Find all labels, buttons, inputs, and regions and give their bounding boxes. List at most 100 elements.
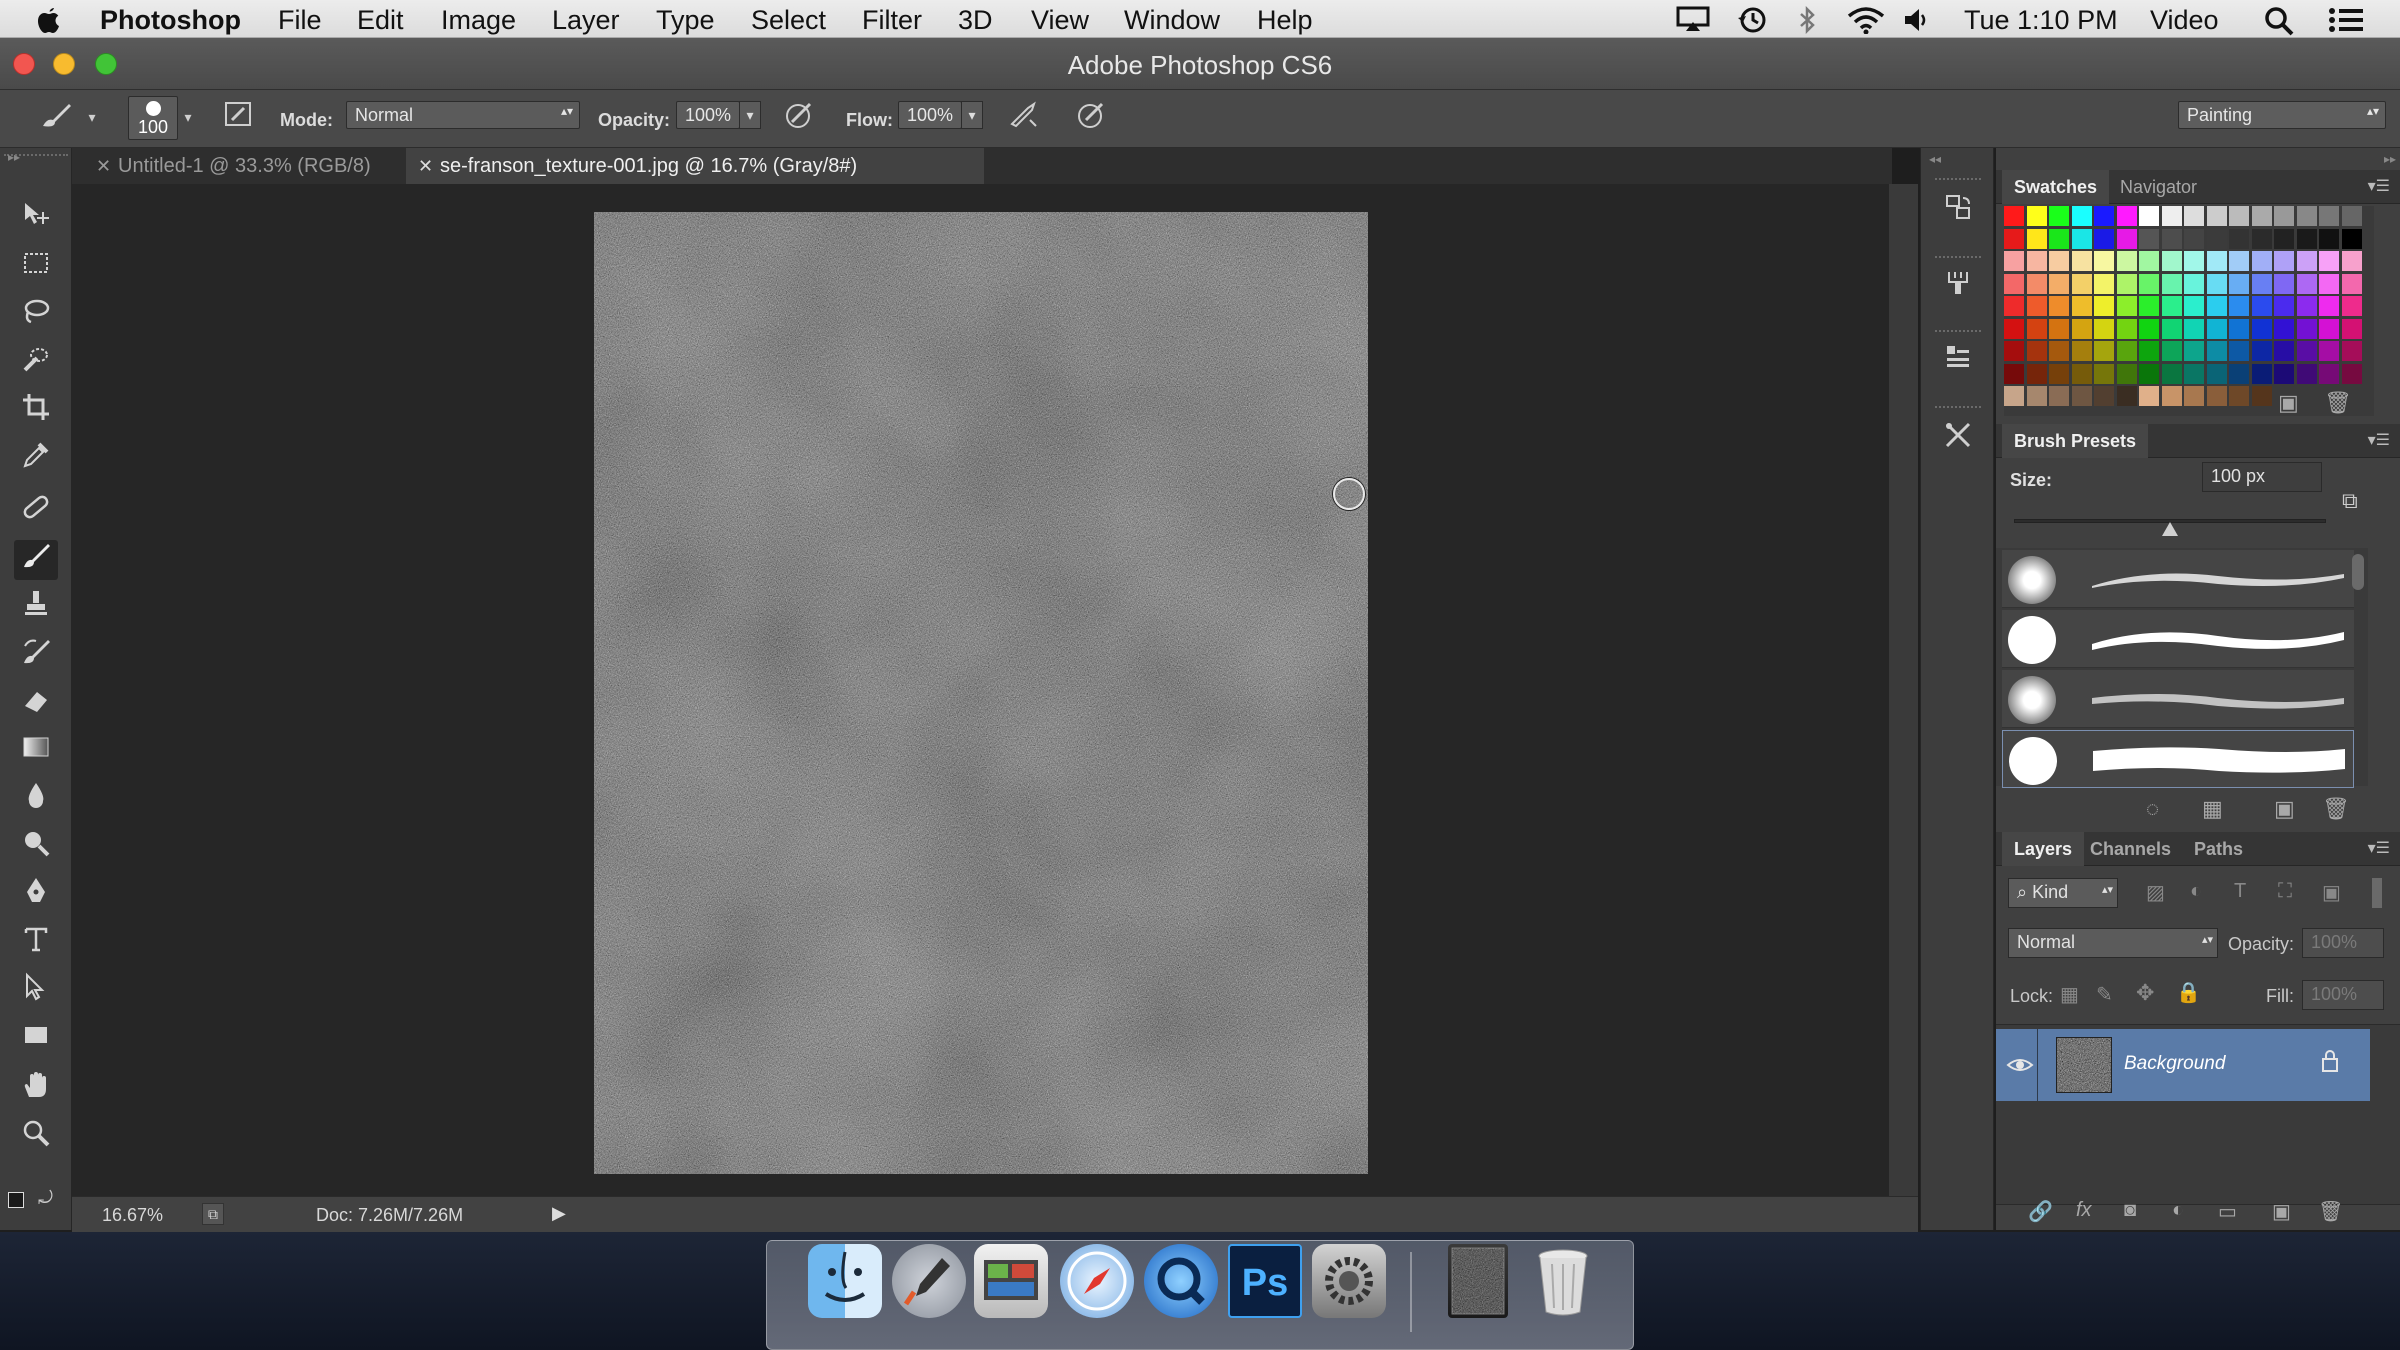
panel-grip[interactable]	[1935, 256, 1981, 258]
color-swatch[interactable]	[2341, 206, 2362, 226]
brush-preset-item[interactable]	[2002, 550, 2354, 608]
filter-type-layers-icon[interactable]: T	[2234, 880, 2246, 903]
color-swatch[interactable]	[2341, 228, 2362, 249]
healing-brush-tool-icon[interactable]	[14, 492, 58, 532]
move-tool-icon[interactable]	[14, 200, 58, 240]
brush-picker[interactable]: 100	[128, 96, 178, 140]
color-swatch[interactable]	[2319, 341, 2339, 361]
color-swatch[interactable]	[2161, 273, 2182, 294]
dodge-tool-icon[interactable]	[14, 828, 58, 868]
brush-panel-open-icon[interactable]: ▦	[2202, 796, 2223, 822]
hand-tool-icon[interactable]	[14, 1070, 58, 1110]
blend-mode-select[interactable]: Normal ▴▾	[346, 101, 580, 129]
color-swatch[interactable]	[2296, 296, 2317, 316]
color-swatch[interactable]	[2139, 363, 2159, 384]
color-swatch[interactable]	[2274, 273, 2294, 294]
color-swatch[interactable]	[2094, 363, 2114, 384]
trash-icon[interactable]	[1526, 1244, 1600, 1318]
toggle-brush-panel-icon[interactable]	[220, 100, 256, 134]
color-swatch[interactable]	[2229, 251, 2249, 271]
color-swatch[interactable]	[2139, 386, 2159, 406]
color-swatch[interactable]	[2116, 228, 2137, 249]
color-swatch[interactable]	[2206, 318, 2227, 339]
toggle-brush-panel-icon[interactable]: ⧉	[2342, 488, 2376, 518]
color-swatch[interactable]	[2071, 341, 2092, 361]
photoshop-icon[interactable]: Ps	[1228, 1244, 1302, 1318]
color-swatch[interactable]	[2251, 273, 2272, 294]
add-mask-icon[interactable]: ◙	[2124, 1199, 2136, 1222]
color-swatch[interactable]	[2049, 341, 2069, 361]
layer-filter-kind-select[interactable]: ⌕ Kind ▴▾	[2008, 878, 2118, 908]
color-swatch[interactable]	[2229, 363, 2249, 384]
color-swatch[interactable]	[2341, 273, 2362, 294]
menu-window[interactable]: Window	[1124, 6, 1220, 34]
color-swatch[interactable]	[2274, 296, 2294, 316]
color-swatch[interactable]	[2319, 228, 2339, 249]
color-swatch[interactable]	[2049, 386, 2069, 406]
color-swatch[interactable]	[2206, 386, 2227, 406]
lock-all-icon[interactable]: 🔒	[2176, 980, 2201, 1005]
color-swatch[interactable]	[2049, 206, 2069, 226]
color-swatch[interactable]	[2341, 251, 2362, 271]
spotlight-icon[interactable]	[2264, 6, 2294, 41]
collapse-panels-icon[interactable]: ▸▸	[2384, 152, 2396, 166]
color-swatch[interactable]	[2139, 296, 2159, 316]
color-swatch[interactable]	[2184, 318, 2204, 339]
panel-menu-icon[interactable]: ▾☰	[2368, 838, 2390, 858]
tab-swatches[interactable]: Swatches	[2002, 170, 2110, 204]
color-swatch[interactable]	[2319, 206, 2339, 226]
airbrush-icon[interactable]	[1006, 100, 1042, 134]
color-swatch[interactable]	[2319, 318, 2339, 339]
close-tab-icon[interactable]: ✕	[418, 148, 433, 184]
bluetooth-icon[interactable]	[1798, 5, 1816, 39]
color-swatch[interactable]	[2274, 318, 2294, 339]
panel-grip[interactable]	[1935, 406, 1981, 408]
color-swatch[interactable]	[2184, 206, 2204, 226]
path-selection-tool-icon[interactable]	[14, 972, 58, 1012]
pen-tool-icon[interactable]	[14, 876, 58, 916]
color-swatch[interactable]	[2116, 273, 2137, 294]
swap-colors-icon[interactable]: ⤾	[38, 1188, 53, 1209]
brush-size-slider-thumb[interactable]	[2162, 522, 2178, 536]
airplay-icon[interactable]	[1676, 6, 1710, 37]
color-swatch[interactable]	[2341, 341, 2362, 361]
color-swatch[interactable]	[2071, 296, 2092, 316]
color-swatch[interactable]	[2161, 363, 2182, 384]
color-swatch[interactable]	[2004, 273, 2024, 294]
quicktime-icon[interactable]	[1144, 1244, 1218, 1318]
menu-filter[interactable]: Filter	[862, 6, 922, 34]
layer-name[interactable]: Background	[2124, 1053, 2225, 1075]
color-swatch[interactable]	[2139, 273, 2159, 294]
color-swatch[interactable]	[2206, 363, 2227, 384]
color-swatch[interactable]	[2049, 273, 2069, 294]
color-swatch[interactable]	[2094, 386, 2114, 406]
brush-picker-dropdown-icon[interactable]: ▾	[178, 100, 198, 134]
color-swatch[interactable]	[2004, 363, 2024, 384]
color-swatch[interactable]	[2094, 251, 2114, 271]
filter-adjustment-layers-icon[interactable]: ◐	[2190, 880, 2202, 903]
color-swatch[interactable]	[2274, 251, 2294, 271]
collapse-strip-icon[interactable]: ◂◂	[1929, 152, 1941, 166]
color-swatch[interactable]	[2161, 341, 2182, 361]
color-swatch[interactable]	[2049, 363, 2069, 384]
color-swatch[interactable]	[2251, 228, 2272, 249]
time-machine-icon[interactable]	[1737, 6, 1767, 39]
color-swatch[interactable]	[2319, 296, 2339, 316]
eraser-tool-icon[interactable]	[14, 684, 58, 724]
color-swatch[interactable]	[2139, 228, 2159, 249]
menu-file[interactable]: File	[278, 6, 322, 34]
color-swatch[interactable]	[2296, 251, 2317, 271]
menu-image[interactable]: Image	[441, 6, 516, 34]
lock-transparent-pixels-icon[interactable]: ▦	[2060, 982, 2079, 1007]
color-swatch[interactable]	[2071, 318, 2092, 339]
zoom-level[interactable]: 16.67%	[102, 1205, 163, 1226]
marquee-tool-icon[interactable]	[14, 248, 58, 288]
layer-blend-mode-select[interactable]: Normal ▴▾	[2008, 928, 2218, 958]
tab-layers[interactable]: Layers	[2002, 832, 2085, 866]
color-swatch[interactable]	[2296, 363, 2317, 384]
color-swatch[interactable]	[2004, 228, 2024, 249]
color-swatch[interactable]	[2341, 296, 2362, 316]
color-swatch[interactable]	[2139, 341, 2159, 361]
finder-icon[interactable]	[808, 1244, 882, 1318]
delete-brush-icon[interactable]: 🗑	[2322, 796, 2350, 822]
